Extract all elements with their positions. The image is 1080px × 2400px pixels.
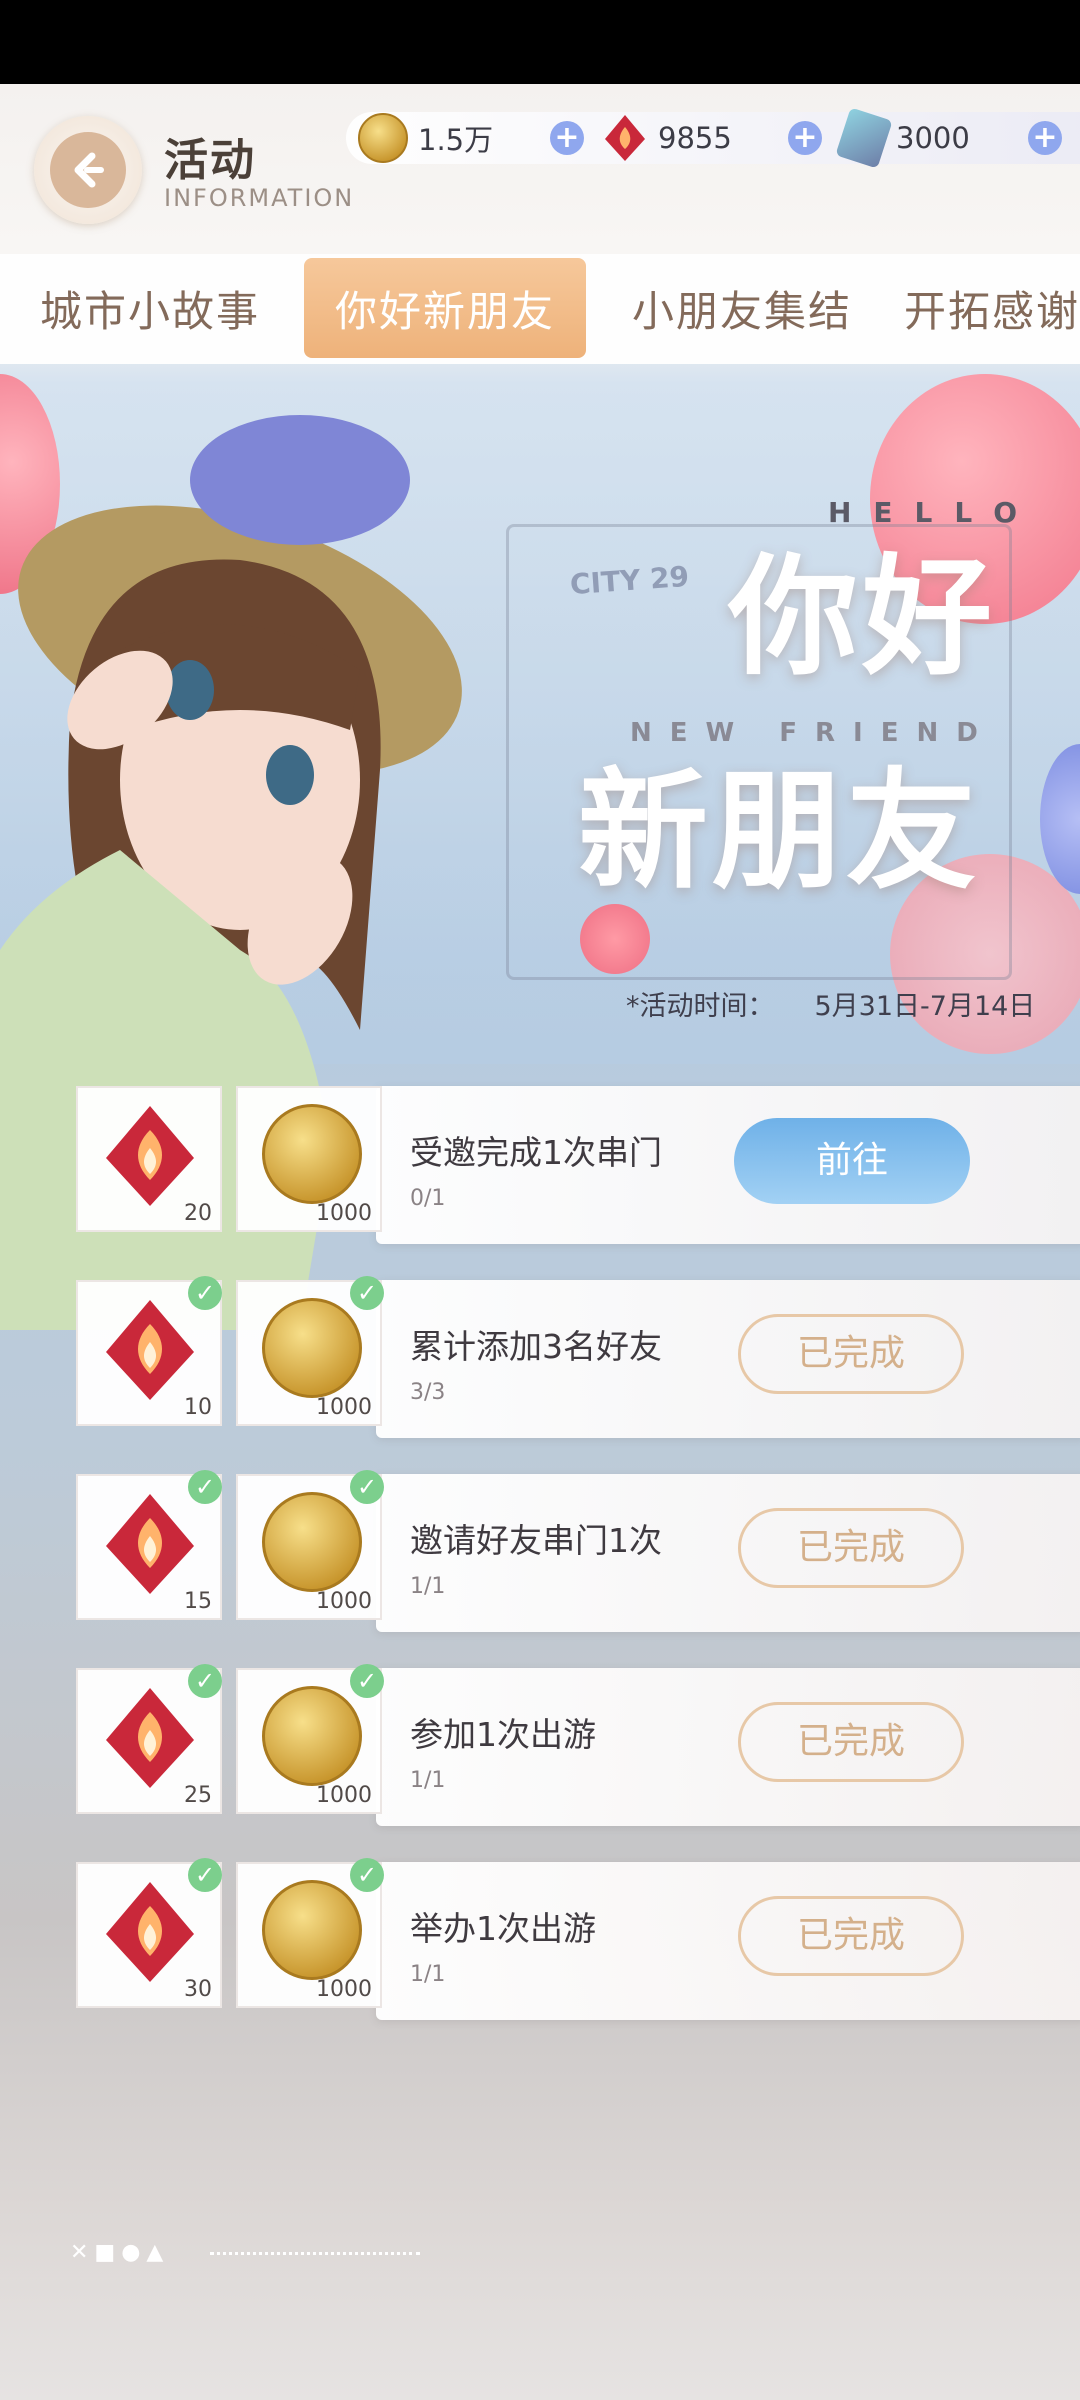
reward-gem-amount: 15: [184, 1589, 212, 1614]
check-icon: ✓: [350, 1276, 384, 1310]
tab-city-story[interactable]: 城市小故事: [20, 258, 280, 358]
red-gem-icon: [605, 115, 645, 161]
reward-gem-amount: 10: [184, 1395, 212, 1420]
gold-coin-icon: [262, 1104, 362, 1204]
back-arrow-icon: [74, 152, 104, 188]
app-root: 活动 INFORMATION 1.5万 9855 3000 + + + 城市小故…: [0, 0, 1080, 2400]
completed-button[interactable]: 已完成: [738, 1702, 964, 1782]
reward-gem-amount: 30: [184, 1977, 212, 2002]
currency-bar: 1.5万 9855 3000: [346, 107, 1080, 169]
completed-button[interactable]: 已完成: [738, 1896, 964, 1976]
reward-gem[interactable]: 20: [76, 1086, 222, 1232]
task-card: 15 1000 ✓ ✓ 邀请好友串门1次 1/1 已完成: [76, 1470, 1080, 1634]
event-time-label: *活动时间：: [626, 991, 775, 1022]
tab-hello-friend[interactable]: 你好新朋友: [304, 258, 586, 358]
reward-coin[interactable]: 1000: [236, 1086, 382, 1232]
banner-title-line1: 你好: [728, 541, 997, 693]
check-icon: ✓: [350, 1470, 384, 1504]
task-name: 邀请好友串门1次: [410, 1521, 662, 1560]
gold-coin-icon: [262, 1298, 362, 1398]
reward-coin-amount: 1000: [316, 1201, 372, 1226]
task-progress: 0/1: [410, 1186, 446, 1211]
event-time-range: 5月31日-7月14日: [814, 991, 1036, 1022]
add-ticket-button[interactable]: +: [1028, 121, 1062, 155]
go-button[interactable]: 前往: [734, 1118, 970, 1204]
gold-value: 1.5万: [418, 123, 494, 157]
banner-title-line2: 新朋友: [578, 755, 981, 907]
task-progress: 3/3: [410, 1380, 446, 1405]
footer-decoration: ✕■●▲: [70, 2240, 170, 2265]
header: [0, 84, 1080, 254]
check-icon: ✓: [350, 1858, 384, 1892]
gold-coin-icon: [262, 1492, 362, 1592]
currency-ticket: 3000: [835, 107, 970, 169]
add-gold-button[interactable]: +: [550, 121, 584, 155]
reward-coin-amount: 1000: [316, 1395, 372, 1420]
back-icon-wrap: [50, 132, 126, 208]
gold-coin-icon: [262, 1686, 362, 1786]
currency-gem: 9855: [602, 112, 732, 164]
ticket-value: 3000: [896, 121, 970, 155]
check-icon: ✓: [188, 1470, 222, 1504]
check-icon: ✓: [350, 1664, 384, 1698]
red-gem-icon: [106, 1106, 194, 1206]
page-subtitle: INFORMATION: [164, 184, 355, 212]
task-name: 累计添加3名好友: [410, 1327, 662, 1366]
task-name: 受邀完成1次串门: [410, 1133, 662, 1172]
gem-value: 9855: [658, 121, 732, 155]
event-time: *活动时间： 5月31日-7月14日: [626, 984, 1035, 1023]
gold-coin-icon: [358, 113, 408, 163]
red-gem-icon: [106, 1882, 194, 1982]
task-card: 10 1000 ✓ ✓ 累计添加3名好友 3/3 已完成: [76, 1276, 1080, 1440]
ticket-icon: [835, 107, 893, 169]
reward-coin-amount: 1000: [316, 1783, 372, 1808]
page-title: 活动: [164, 135, 256, 186]
check-icon: ✓: [188, 1858, 222, 1892]
red-gem-icon: [106, 1688, 194, 1788]
red-gem-icon: [106, 1300, 194, 1400]
task-progress: 1/1: [410, 1962, 446, 1987]
tab-thanks-label: 开拓感谢: [904, 286, 1080, 336]
task-name: 举办1次出游: [410, 1909, 596, 1948]
check-icon: ✓: [188, 1664, 222, 1698]
task-name: 参加1次出游: [410, 1715, 596, 1754]
reward-gem-amount: 25: [184, 1783, 212, 1808]
task-card: 25 1000 ✓ ✓ 参加1次出游 1/1 已完成: [76, 1664, 1080, 1828]
status-bar: [0, 0, 1080, 84]
task-progress: 1/1: [410, 1574, 446, 1599]
tab-thanks[interactable]: 开拓感谢: [904, 258, 1080, 358]
completed-button[interactable]: 已完成: [738, 1314, 964, 1394]
task-card: 20 1000 受邀完成1次串门 0/1 前往: [76, 1086, 1080, 1246]
back-button[interactable]: [34, 116, 142, 224]
tab-kids-gather[interactable]: 小朋友集结: [612, 258, 872, 358]
add-gem-button[interactable]: +: [788, 121, 822, 155]
currency-gold: 1.5万: [358, 112, 493, 164]
task-progress: 1/1: [410, 1768, 446, 1793]
reward-coin-amount: 1000: [316, 1589, 372, 1614]
reward-gem-amount: 20: [184, 1201, 212, 1226]
completed-button[interactable]: 已完成: [738, 1508, 964, 1588]
check-icon: ✓: [188, 1276, 222, 1310]
gold-coin-icon: [262, 1880, 362, 1980]
reward-coin-amount: 1000: [316, 1977, 372, 2002]
red-gem-icon: [106, 1494, 194, 1594]
task-card: 30 1000 ✓ ✓ 举办1次出游 1/1 已完成: [76, 1858, 1080, 2022]
footer-dots: [210, 2252, 420, 2255]
